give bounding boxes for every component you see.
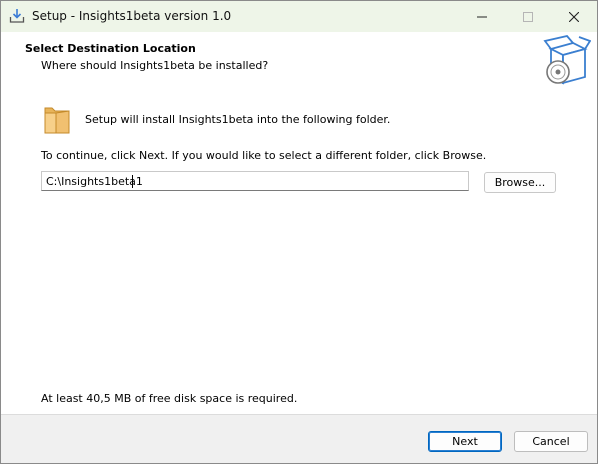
text-caret (132, 175, 133, 188)
close-button[interactable] (551, 1, 597, 32)
browse-button[interactable]: Browse... (484, 172, 556, 193)
maximize-button[interactable] (505, 1, 551, 32)
maximize-icon (523, 11, 533, 22)
cancel-button[interactable]: Cancel (514, 431, 588, 452)
install-intro-text: Setup will install Insights1beta into th… (85, 113, 391, 126)
disk-space-requirement: At least 40,5 MB of free disk space is r… (41, 392, 298, 405)
window-title: Setup - Insights1beta version 1.0 (32, 9, 232, 23)
installer-box-cd-icon (543, 35, 591, 85)
next-button[interactable]: Next (428, 431, 502, 452)
wizard-header: Select Destination Location Where should… (1, 32, 597, 92)
minimize-icon (477, 16, 487, 17)
minimize-button[interactable] (459, 1, 505, 32)
page-title: Select Destination Location (25, 42, 196, 55)
wizard-footer: Next Cancel (1, 414, 597, 463)
instruction-text: To continue, click Next. If you would li… (41, 149, 487, 162)
title-bar[interactable]: Setup - Insights1beta version 1.0 (1, 1, 597, 32)
close-icon (569, 11, 579, 22)
destination-path-input[interactable] (41, 171, 469, 191)
setup-window: Setup - Insights1beta version 1.0 Select… (0, 0, 598, 464)
page-subtitle: Where should Insights1beta be installed? (41, 59, 269, 72)
setup-download-icon (9, 9, 25, 23)
wizard-content: Setup will install Insights1beta into th… (1, 92, 597, 414)
folder-icon (44, 107, 70, 134)
